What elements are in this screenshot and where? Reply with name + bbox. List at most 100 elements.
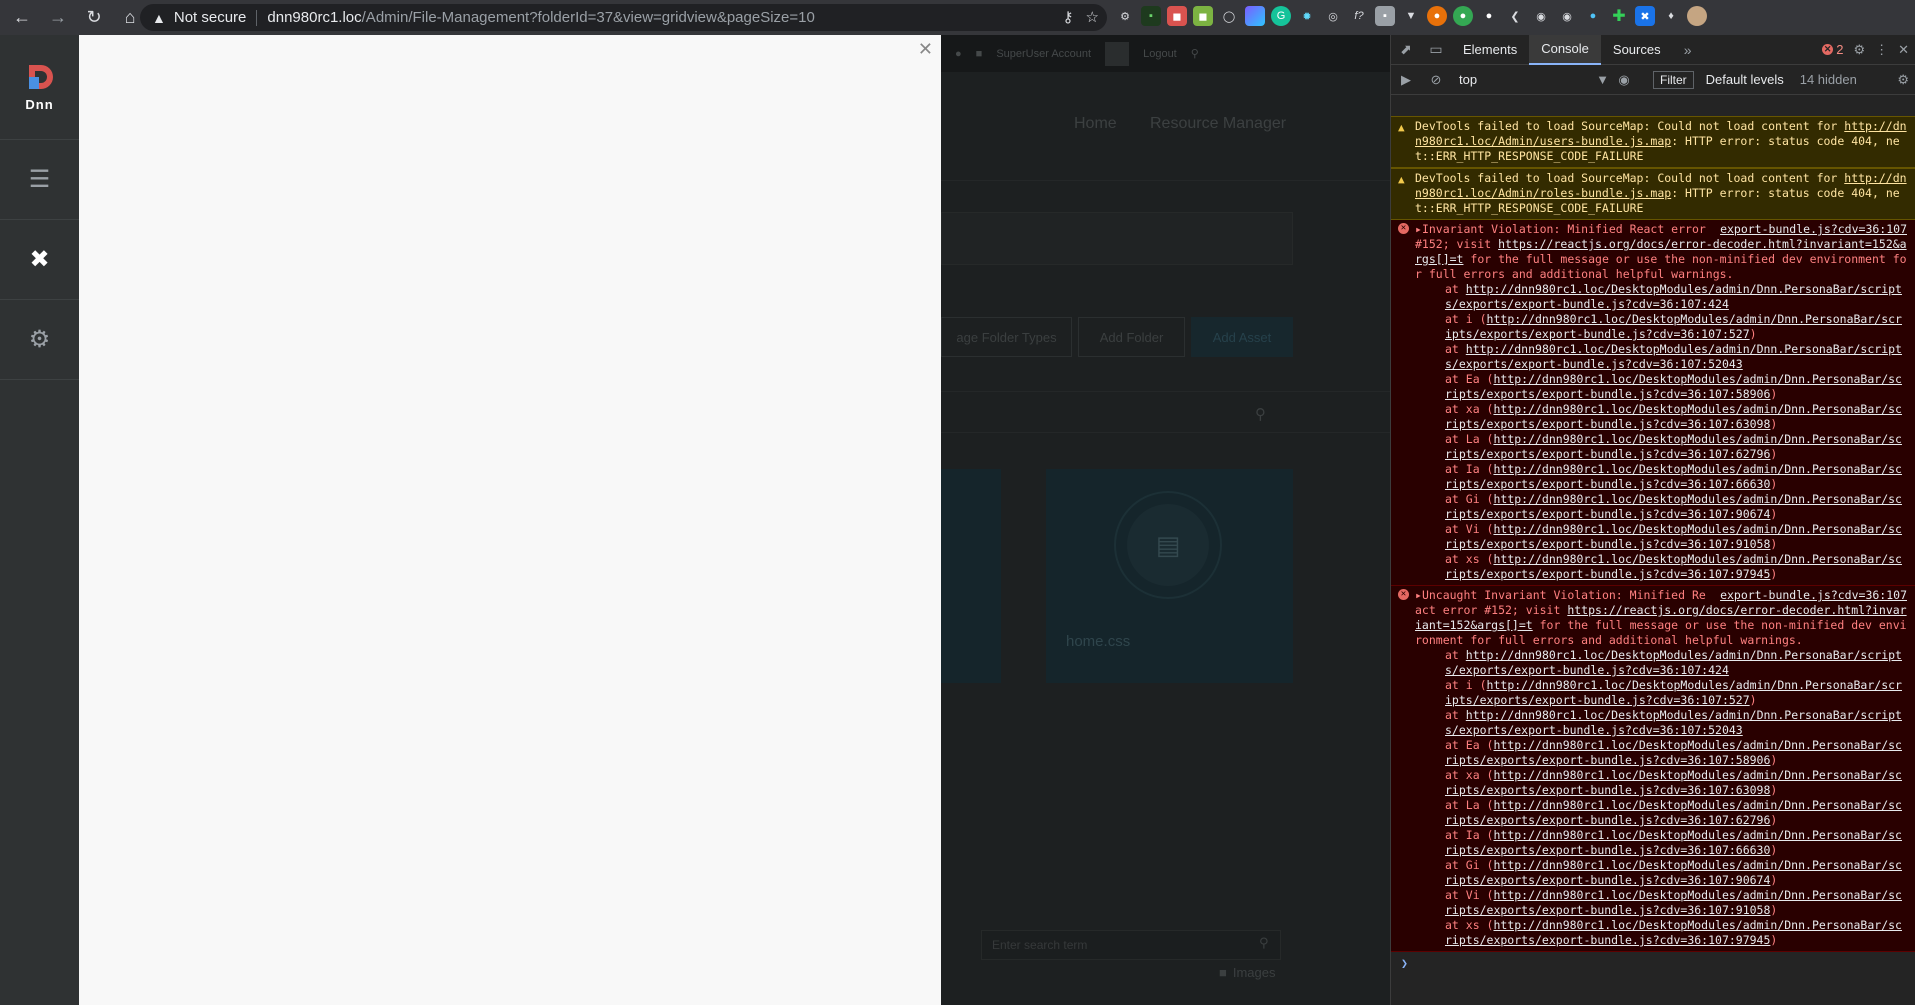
nav-home[interactable]: Home [1074, 115, 1117, 133]
nav-resource-manager[interactable]: Resource Manager [1150, 115, 1286, 133]
purple-extension-icon[interactable] [1245, 6, 1265, 26]
file-icon-circle: ▤ [1114, 491, 1222, 599]
badge-extension-icon[interactable]: ● [1453, 6, 1473, 26]
target-extension-icon[interactable]: ◎ [1323, 6, 1343, 26]
profile-avatar-icon[interactable] [1687, 6, 1707, 26]
security-label[interactable]: Not secure [174, 9, 247, 26]
globe-extension-icon[interactable]: ● [1583, 6, 1603, 26]
stack-url[interactable]: http://dnn980rc1.loc/DesktopModules/admi… [1445, 282, 1902, 311]
account-link[interactable]: SuperUser Account [996, 48, 1091, 60]
more-options-icon[interactable]: ⋮ [1875, 42, 1888, 58]
stack-url[interactable]: http://dnn980rc1.loc/DesktopModules/admi… [1445, 888, 1902, 917]
log-levels-dropdown[interactable]: Default levels [1706, 72, 1784, 87]
more-tabs-icon[interactable]: » [1673, 42, 1703, 58]
stack-url[interactable]: http://dnn980rc1.loc/DesktopModules/admi… [1445, 402, 1902, 431]
stack-url[interactable]: http://dnn980rc1.loc/DesktopModules/admi… [1445, 492, 1902, 521]
owl-extension-icon[interactable]: ◉ [1557, 6, 1577, 26]
console-prompt[interactable]: ❯ [1391, 952, 1915, 974]
chevron-left-icon[interactable]: ❮ [1505, 6, 1525, 26]
settings-gear-icon[interactable]: ⚙ [1853, 42, 1865, 58]
stack-at: at Gi ( [1445, 858, 1494, 872]
close-icon[interactable]: ✕ [918, 39, 933, 60]
colorful-extension-icon[interactable]: ● [1427, 6, 1447, 26]
stack-url[interactable]: http://dnn980rc1.loc/DesktopModules/admi… [1445, 432, 1902, 461]
stack-url[interactable]: http://dnn980rc1.loc/DesktopModules/admi… [1445, 918, 1902, 947]
device-toolbar-icon[interactable]: ▭ [1421, 41, 1451, 58]
bookmark-star-icon[interactable]: ☆ [1086, 8, 1099, 26]
stack-url[interactable]: http://dnn980rc1.loc/DesktopModules/admi… [1445, 522, 1902, 551]
stack-url[interactable]: http://dnn980rc1.loc/DesktopModules/admi… [1445, 648, 1902, 677]
stack-url[interactable]: http://dnn980rc1.loc/DesktopModules/admi… [1445, 828, 1902, 857]
error-count-badge[interactable]: ✕ 2 [1822, 42, 1843, 57]
tab-elements[interactable]: Elements [1451, 35, 1529, 65]
messages-icon[interactable]: ■ [976, 48, 983, 60]
camera-extension-icon[interactable]: ◉ [1531, 6, 1551, 26]
green-extension-icon[interactable]: ▪ [1141, 6, 1161, 26]
add-asset-button[interactable]: Add Asset [1191, 317, 1293, 357]
reload-icon[interactable]: ↻ [80, 4, 108, 32]
file-card[interactable]: ▤ home.css [1046, 469, 1293, 683]
live-expression-eye-icon[interactable]: ◉ [1609, 72, 1639, 88]
folder-tree-item[interactable]: ■ Images [1219, 965, 1276, 980]
stack-url[interactable]: http://dnn980rc1.loc/DesktopModules/admi… [1445, 858, 1902, 887]
stack-url[interactable]: http://dnn980rc1.loc/DesktopModules/admi… [1445, 738, 1902, 767]
stack-url[interactable]: http://dnn980rc1.loc/DesktopModules/admi… [1445, 678, 1902, 707]
address-bar[interactable]: ▲ Not secure dnn980rc1.loc/Admin/File-Ma… [140, 4, 1107, 31]
manage-folder-types-button[interactable]: age Folder Types [941, 317, 1072, 357]
close-devtools-icon[interactable]: ✕ [1898, 42, 1909, 58]
stack-url[interactable]: http://dnn980rc1.loc/DesktopModules/admi… [1445, 708, 1902, 737]
vue-extension-icon[interactable]: ▼ [1401, 6, 1421, 26]
blue-extension-icon[interactable]: ✖ [1635, 6, 1655, 26]
console-settings-icon[interactable]: ⚙ [1897, 72, 1909, 88]
logout-link[interactable]: Logout [1143, 48, 1177, 60]
forward-arrow-icon[interactable]: → [44, 4, 72, 32]
react-extension-icon[interactable]: ✹ [1297, 6, 1317, 26]
expand-arrow-icon[interactable]: ▸ [1415, 222, 1422, 236]
stack-url[interactable]: http://dnn980rc1.loc/DesktopModules/admi… [1445, 798, 1902, 827]
extensions-bar: ⚙ ▪ ◼ ◼ ◯ G ✹ ◎ f? ▪ ▼ ● ● ● ❮ ◉ ◉ ● ✚ ✖… [1115, 6, 1707, 26]
lime-extension-icon[interactable]: ◼ [1193, 6, 1213, 26]
add-folder-button[interactable]: Add Folder [1078, 317, 1185, 357]
search-icon[interactable]: ⚲ [1191, 47, 1199, 60]
inspect-element-icon[interactable]: ⬈ [1391, 41, 1421, 58]
plus-extension-icon[interactable]: ✚ [1609, 6, 1629, 26]
grammarly-extension-icon[interactable]: G [1271, 6, 1291, 26]
stack-url[interactable]: http://dnn980rc1.loc/DesktopModules/admi… [1445, 342, 1902, 371]
stack-url[interactable]: http://dnn980rc1.loc/DesktopModules/admi… [1445, 768, 1902, 797]
stack-url[interactable]: http://dnn980rc1.loc/DesktopModules/admi… [1445, 552, 1902, 581]
clear-console-icon[interactable]: ⊘ [1421, 72, 1451, 88]
manage-tools-icon[interactable]: ✖ [0, 220, 79, 300]
stack-frame: at Vi (http://dnn980rc1.loc/DesktopModul… [1415, 888, 1907, 918]
grey-extension-icon[interactable]: ▪ [1375, 6, 1395, 26]
red-extension-icon[interactable]: ◼ [1167, 6, 1187, 26]
chrome-extension-icon[interactable]: ◯ [1219, 6, 1239, 26]
gear-extension-icon[interactable]: ⚙ [1115, 6, 1135, 26]
tab-sources[interactable]: Sources [1601, 35, 1673, 65]
context-selector[interactable]: top ▼ [1459, 72, 1609, 87]
content-menu-icon[interactable]: ☰ [0, 140, 79, 220]
source-link[interactable]: export-bundle.js?cdv=36:107 [1720, 222, 1907, 237]
stack-url[interactable]: http://dnn980rc1.loc/DesktopModules/admi… [1445, 462, 1902, 491]
stack-url[interactable]: http://dnn980rc1.loc/DesktopModules/admi… [1445, 372, 1902, 401]
white-extension-icon[interactable]: ● [1479, 6, 1499, 26]
search-icon[interactable]: ⚲ [1255, 405, 1266, 423]
puzzle-extensions-icon[interactable]: ♦ [1661, 6, 1681, 26]
key-icon[interactable]: ⚷ [1063, 8, 1074, 26]
folder-card[interactable] [941, 469, 1001, 683]
settings-gear-icon[interactable]: ⚙ [0, 300, 79, 380]
dnn-logo[interactable]: Dnn [0, 35, 79, 140]
tab-console[interactable]: Console [1529, 34, 1601, 65]
expand-arrow-icon[interactable]: ▸ [1415, 588, 1422, 602]
stack-url[interactable]: http://dnn980rc1.loc/DesktopModules/admi… [1445, 312, 1902, 341]
search-input[interactable]: Enter search term [981, 930, 1281, 960]
filter-input[interactable]: Filter [1653, 70, 1694, 89]
show-sidebar-icon[interactable]: ▶ [1391, 72, 1421, 88]
avatar[interactable] [1105, 41, 1130, 66]
warning-triangle-icon[interactable]: ▲ [152, 10, 166, 26]
source-link[interactable]: export-bundle.js?cdv=36:107 [1720, 588, 1907, 603]
search-icon[interactable]: ⚲ [1259, 935, 1269, 951]
back-arrow-icon[interactable]: ← [8, 4, 36, 32]
notification-icon[interactable]: ● [955, 48, 962, 60]
stack-at: at i ( [1445, 678, 1487, 692]
function-extension-icon[interactable]: f? [1349, 6, 1369, 26]
